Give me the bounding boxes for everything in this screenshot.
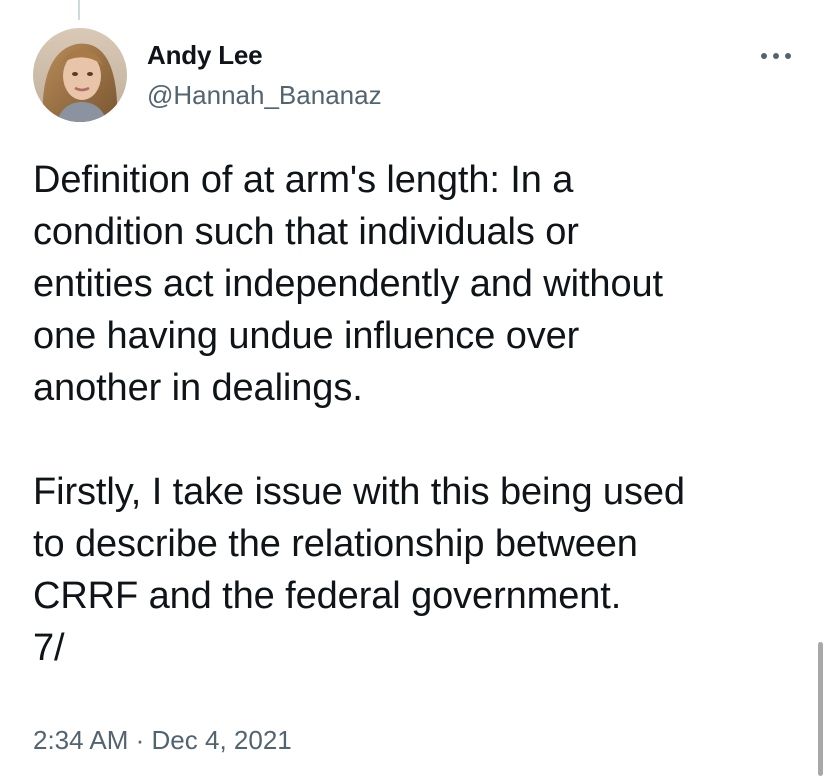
more-options-button[interactable] [752,38,800,74]
thread-connector-line [78,0,80,20]
tweet-text-line: entities act independently and without [33,263,663,305]
tweet-text-line: condition such that individuals or [33,211,579,253]
tweet-text-line: Definition of at arm's length: In a [33,159,574,201]
tweet-text: Definition of at arm's length: In a cond… [33,154,813,674]
tweet-text-line: to describe the relationship between [33,523,638,565]
paragraph-break [33,414,813,466]
avatar[interactable] [33,28,127,122]
tweet-text-line: another in dealings. [33,367,363,409]
more-horizontal-icon [761,53,791,59]
tweet-time[interactable]: 2:34 AM [33,725,128,755]
tweet-text-line: CRRF and the federal government. [33,575,622,617]
tweet-text-line: one having undue influence over [33,315,580,357]
tweet-text-line: 7/ [33,627,65,669]
profile-photo-icon [33,28,127,122]
timestamp-separator: · [135,725,152,755]
tweet-timestamp[interactable]: 2:34 AM · Dec 4, 2021 [33,724,292,756]
tweet-date[interactable]: Dec 4, 2021 [152,725,292,755]
scrollbar-thumb[interactable] [818,642,823,776]
author-handle[interactable]: @Hannah_Bananaz [147,79,382,111]
author-display-name[interactable]: Andy Lee [147,39,263,71]
tweet-text-line: Firstly, I take issue with this being us… [33,471,685,513]
